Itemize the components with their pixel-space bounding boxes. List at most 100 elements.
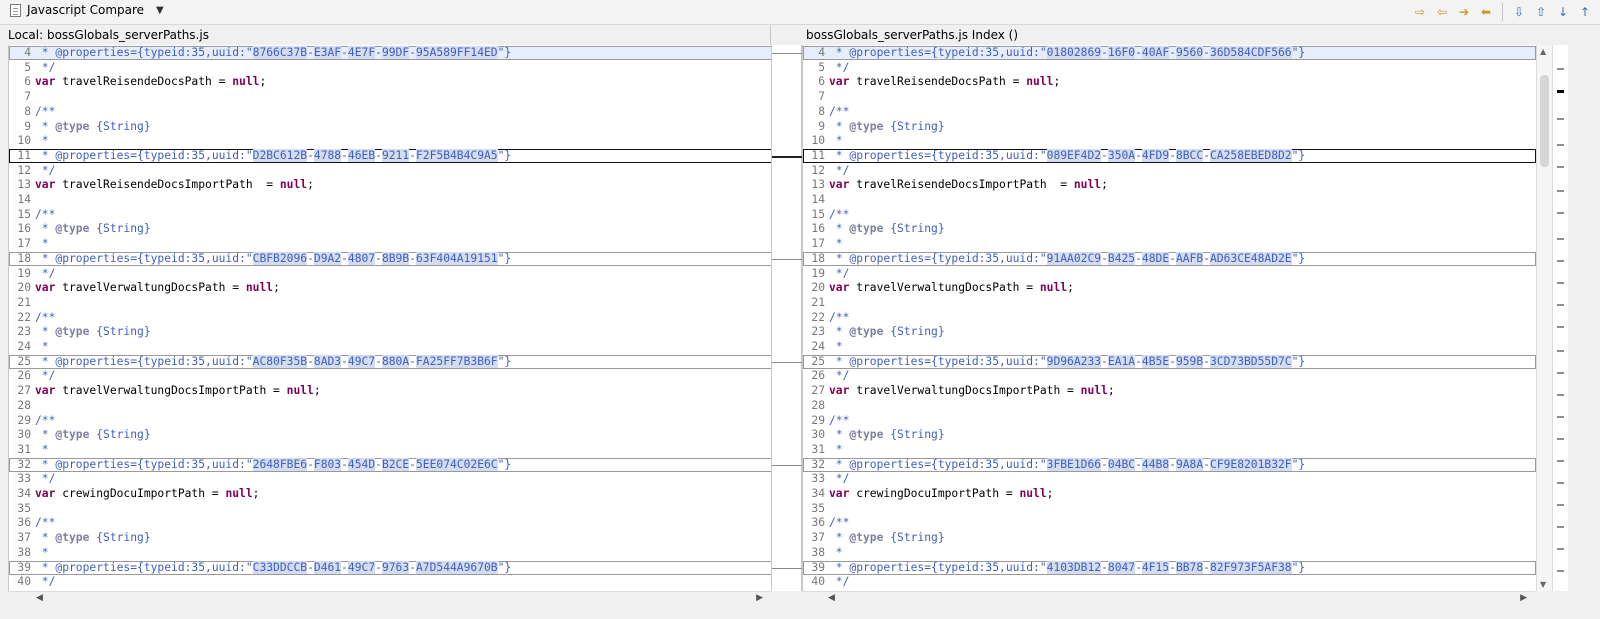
next-difference-icon[interactable]: ⇩ — [1510, 3, 1528, 21]
uuid-dash: - — [341, 46, 348, 59]
line-number: 15 — [17, 207, 31, 221]
difference-marker[interactable] — [1557, 260, 1564, 262]
code-text: */ — [35, 61, 56, 74]
jsdoc-type-value: {String} — [89, 325, 151, 339]
difference-marker[interactable] — [1557, 68, 1564, 70]
difference-marker[interactable] — [1557, 438, 1564, 440]
uuid-segment: 01802869 — [1046, 46, 1102, 59]
code-text: * @type {String} — [35, 325, 151, 338]
difference-marker[interactable] — [1557, 118, 1564, 120]
line-number: 9 — [24, 119, 31, 133]
semicolon: ; — [1107, 384, 1115, 398]
difference-marker[interactable] — [1557, 166, 1564, 168]
code-line: 37 * @type {String} — [803, 531, 1536, 546]
next-change-icon[interactable]: ↓ — [1554, 3, 1572, 21]
code-text: * @properties={typeid:35,uuid:"8766C37B-… — [35, 46, 511, 59]
code-line: 22 /** — [9, 311, 772, 326]
uuid-dash: - — [341, 251, 348, 265]
dropdown-chevron-icon[interactable]: ▼ — [156, 5, 164, 16]
code-line: 7 — [9, 90, 772, 105]
difference-marker[interactable] — [1557, 372, 1564, 374]
difference-marker[interactable] — [1557, 90, 1564, 93]
comment-open: /** — [829, 516, 850, 530]
difference-marker[interactable] — [1557, 460, 1564, 462]
difference-marker[interactable] — [1557, 416, 1564, 418]
code-text: * @properties={typeid:35,uuid:"01802869-… — [829, 46, 1305, 59]
difference-marker[interactable] — [1557, 350, 1564, 352]
difference-marker[interactable] — [1557, 482, 1564, 484]
copy-all-left-to-right-icon[interactable]: ⇨ — [1411, 3, 1429, 21]
uuid-dash: - — [341, 148, 348, 162]
scroll-left-arrow-icon[interactable]: ◀ — [36, 593, 43, 603]
code-line: 29 /** — [803, 414, 1536, 429]
uuid-segment: 91AA02C9 — [1046, 251, 1102, 265]
scroll-right-arrow-icon[interactable]: ▶ — [756, 593, 763, 603]
difference-marker[interactable] — [1557, 570, 1564, 572]
uuid-dash: - — [1169, 560, 1176, 574]
difference-marker[interactable] — [1557, 326, 1564, 328]
difference-marker[interactable] — [1557, 282, 1564, 284]
uuid-segment: D9A2 — [313, 251, 342, 265]
difference-marker[interactable] — [1557, 548, 1564, 550]
difference-marker[interactable] — [1557, 190, 1564, 192]
properties-comment: * @properties={typeid:35,uuid:" — [829, 46, 1047, 59]
comment-prefix: * — [35, 222, 56, 236]
jsdoc-type-tag: @type — [55, 428, 90, 442]
comment-open: /** — [829, 104, 850, 118]
right-horizontal-scrollbar[interactable]: ◀ ▶ — [802, 591, 1535, 606]
left-code-pane[interactable]: 4 * @properties={typeid:35,uuid:"8766C37… — [8, 45, 772, 591]
code-line: 38 * — [9, 546, 772, 561]
vertical-scrollbar[interactable]: ▲ ▼ — [1536, 45, 1552, 591]
comment-star: * — [829, 340, 843, 353]
copy-current-left-to-right-icon[interactable]: ➔ — [1455, 3, 1473, 21]
code-line: 36 /** — [803, 516, 1536, 531]
scroll-down-arrow-icon[interactable]: ▼ — [1540, 580, 1546, 589]
diff-connector-line — [772, 567, 803, 569]
previous-change-icon[interactable]: ↑ — [1576, 3, 1594, 21]
uuid-segment: 4807 — [347, 251, 376, 265]
scroll-up-arrow-icon[interactable]: ▲ — [1540, 47, 1546, 56]
line-number: 20 — [811, 281, 825, 295]
difference-marker[interactable] — [1557, 212, 1564, 214]
line-number: 40 — [17, 575, 31, 589]
copy-current-right-to-left-icon[interactable]: ⬅ — [1477, 3, 1495, 21]
line-number: 9 — [818, 119, 825, 133]
difference-marker[interactable] — [1557, 304, 1564, 306]
scroll-right-arrow-icon[interactable]: ▶ — [1520, 593, 1527, 603]
line-number: 24 — [811, 340, 825, 353]
right-code-pane[interactable]: 4 * @properties={typeid:35,uuid:"0180286… — [802, 45, 1536, 591]
editor-title-area[interactable]: Javascript Compare ▼ — [10, 3, 164, 17]
comment-close: */ — [829, 163, 850, 177]
difference-overview-ruler[interactable] — [1552, 45, 1568, 591]
code-line: 24 * — [9, 340, 772, 355]
uuid-dash: - — [409, 46, 416, 59]
comment-close: */ — [35, 575, 56, 589]
difference-marker[interactable] — [1557, 504, 1564, 506]
uuid-segment: D2BC612B — [252, 148, 308, 162]
line-number: 31 — [811, 442, 825, 456]
difference-marker[interactable] — [1557, 238, 1564, 240]
scrollbar-thumb[interactable] — [1540, 75, 1549, 167]
properties-comment: * @properties={typeid:35,uuid:" — [829, 148, 1047, 162]
code-text: /** — [829, 516, 849, 529]
code-text: /** — [35, 311, 55, 324]
comment-open: /** — [35, 413, 56, 427]
previous-difference-icon[interactable]: ⇧ — [1532, 3, 1550, 21]
line-number: 6 — [24, 75, 31, 89]
code-line: 40 */ — [803, 575, 1536, 590]
difference-marker[interactable] — [1557, 526, 1564, 528]
scroll-left-arrow-icon[interactable]: ◀ — [828, 593, 835, 603]
uuid-dash: - — [307, 354, 314, 368]
document-icon — [10, 3, 21, 17]
difference-marker[interactable] — [1557, 394, 1564, 396]
code-text: */ — [829, 472, 850, 485]
left-horizontal-scrollbar[interactable]: ◀ ▶ — [8, 591, 771, 606]
copy-all-right-to-left-icon[interactable]: ⇦ — [1433, 3, 1451, 21]
uuid-segment: D461 — [313, 560, 342, 574]
comment-prefix: * — [829, 222, 850, 236]
diff-connector-line — [772, 361, 803, 363]
difference-marker[interactable] — [1557, 144, 1564, 146]
code-line: 33 */ — [803, 472, 1536, 487]
code-text: * — [35, 546, 49, 559]
uuid-dash: - — [1101, 457, 1108, 471]
